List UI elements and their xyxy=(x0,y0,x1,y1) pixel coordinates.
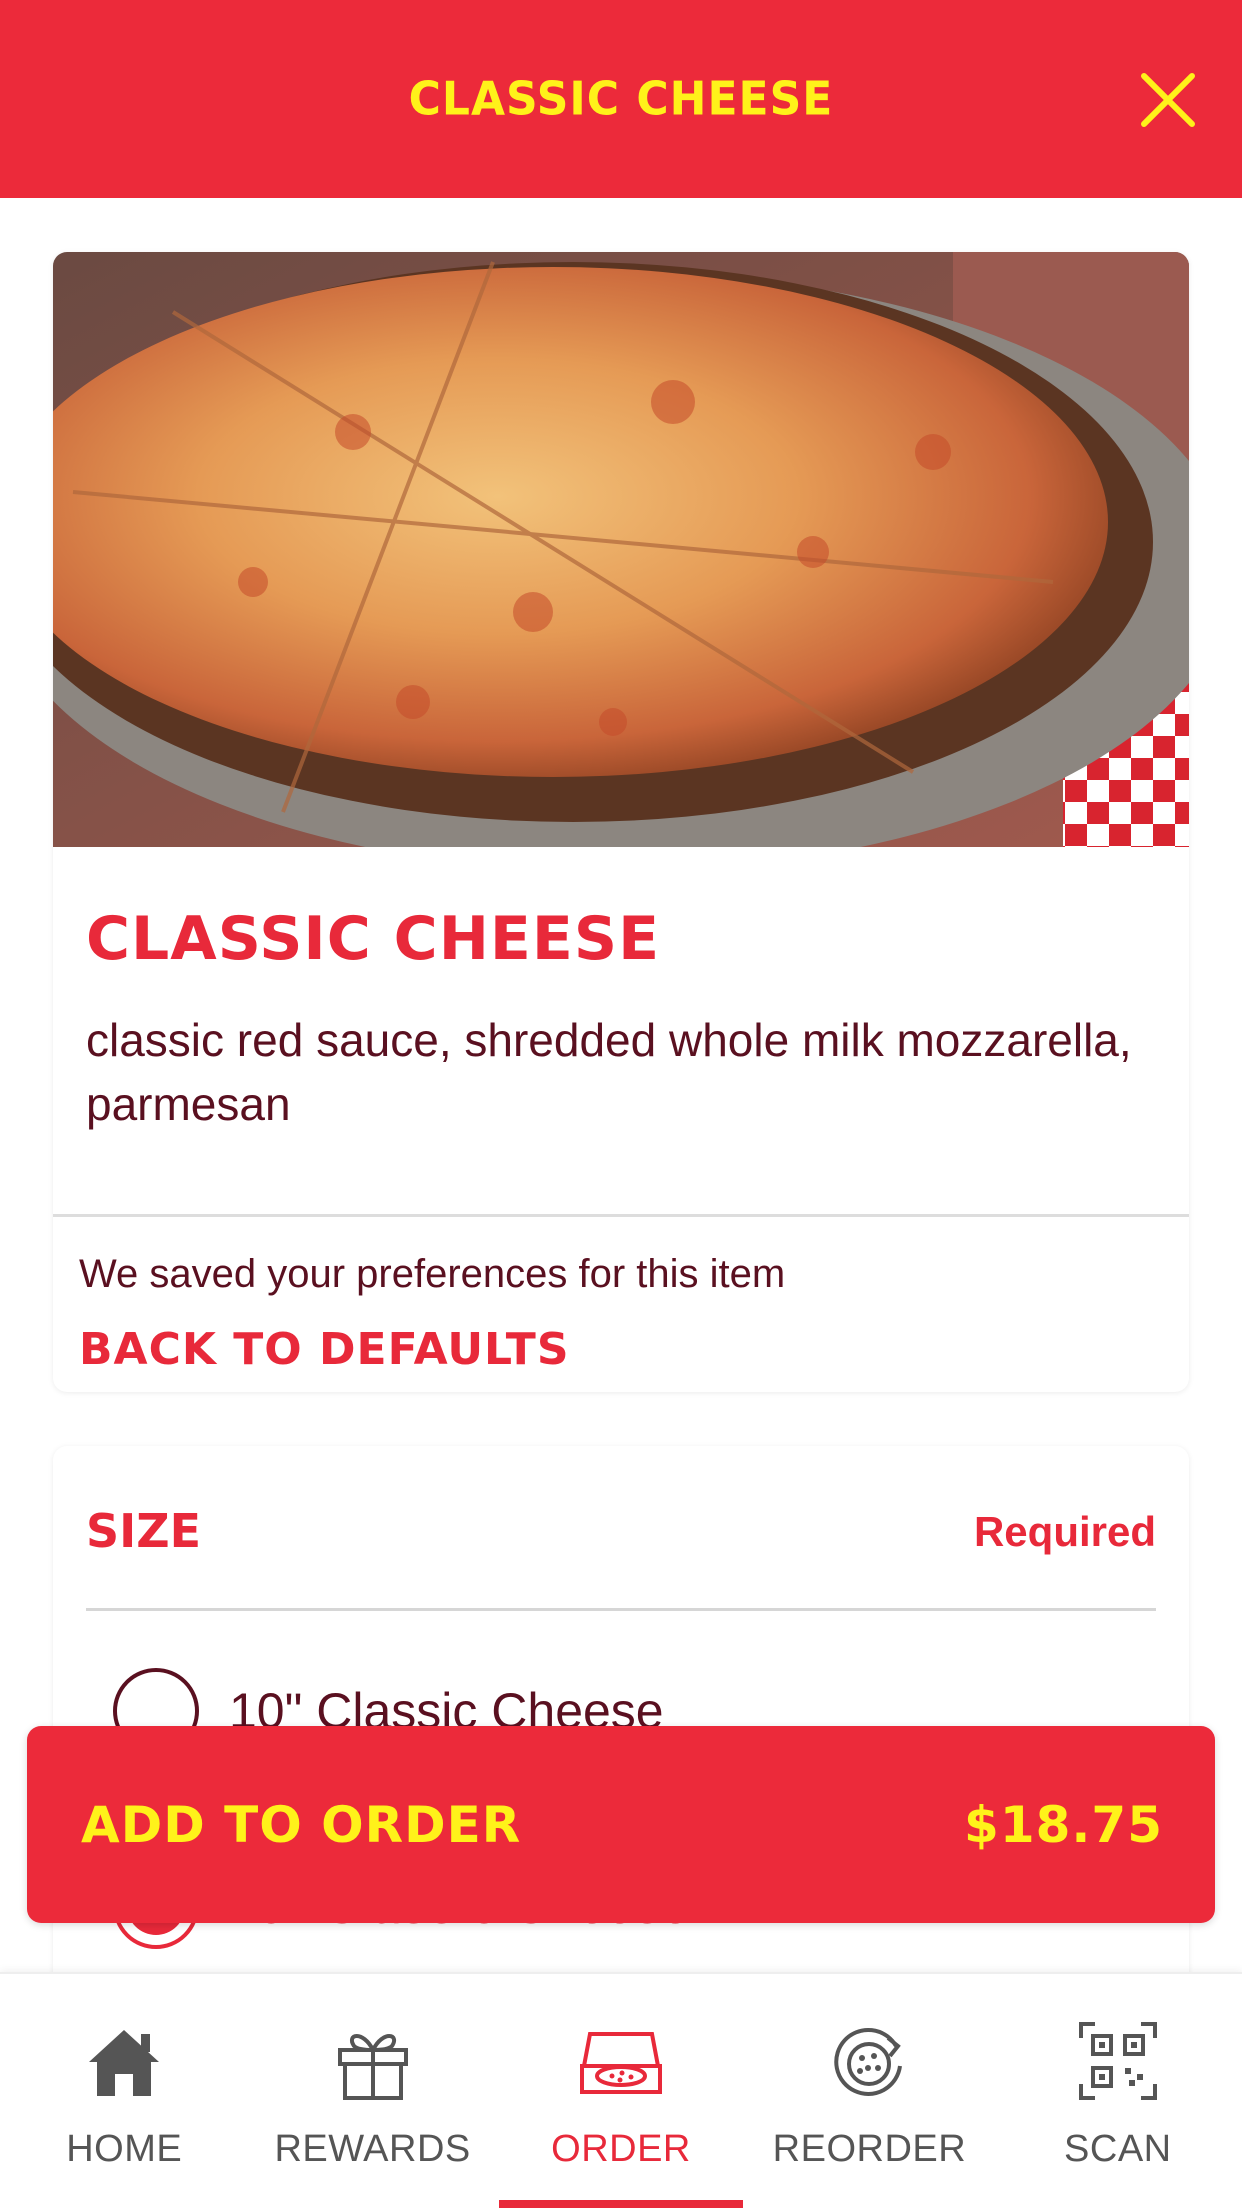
close-button[interactable] xyxy=(1134,66,1202,134)
tab-label: SCAN xyxy=(1064,2128,1172,2170)
tab-reorder[interactable]: REORDER xyxy=(745,1974,993,2208)
gift-icon xyxy=(337,2034,408,2100)
active-tab-indicator xyxy=(498,2200,744,2208)
item-card: CLASSIC CHEESE classic red sauce, shredd… xyxy=(53,252,1189,1392)
bottom-tab-bar: HOME REWARDS ORDER REORDER SCAN xyxy=(0,1972,1242,2208)
item-detail-scroll[interactable]: CLASSIC CHEESE classic red sauce, shredd… xyxy=(0,198,1242,1972)
qr-code-icon xyxy=(1078,2022,1157,2100)
order-price: $18.75 xyxy=(964,1795,1163,1854)
divider xyxy=(53,1214,1189,1217)
close-icon xyxy=(1141,73,1195,127)
tab-label: REWARDS xyxy=(274,2128,471,2170)
add-to-order-label: ADD TO ORDER xyxy=(81,1795,522,1854)
page-title: CLASSIC CHEESE xyxy=(408,72,834,126)
tab-label: REORDER xyxy=(772,2128,967,2170)
tab-label: HOME xyxy=(66,2128,183,2170)
preferences-note: We saved your preferences for this item xyxy=(79,1252,786,1296)
size-heading: SIZE xyxy=(86,1504,202,1558)
tab-home[interactable]: HOME xyxy=(0,1974,248,2208)
required-badge: Required xyxy=(973,1508,1156,1555)
home-icon xyxy=(89,2030,160,2096)
item-description: classic red sauce, shredded whole milk m… xyxy=(86,1014,1132,1130)
tab-rewards[interactable]: REWARDS xyxy=(248,1974,496,2208)
pizza-box-icon xyxy=(580,2032,663,2094)
item-title: CLASSIC CHEESE xyxy=(86,904,661,974)
pizza-photo xyxy=(53,252,1189,847)
add-to-order-button[interactable]: ADD TO ORDER $18.75 xyxy=(27,1726,1215,1923)
tab-label: ORDER xyxy=(551,2128,691,2170)
tab-order[interactable]: ORDER xyxy=(497,1974,745,2208)
top-bar: CLASSIC CHEESE xyxy=(0,0,1242,198)
divider xyxy=(86,1608,1156,1611)
back-to-defaults-link[interactable]: BACK TO DEFAULTS xyxy=(79,1324,570,1375)
reorder-pizza-icon xyxy=(834,2027,903,2096)
tab-scan[interactable]: SCAN xyxy=(994,1974,1242,2208)
